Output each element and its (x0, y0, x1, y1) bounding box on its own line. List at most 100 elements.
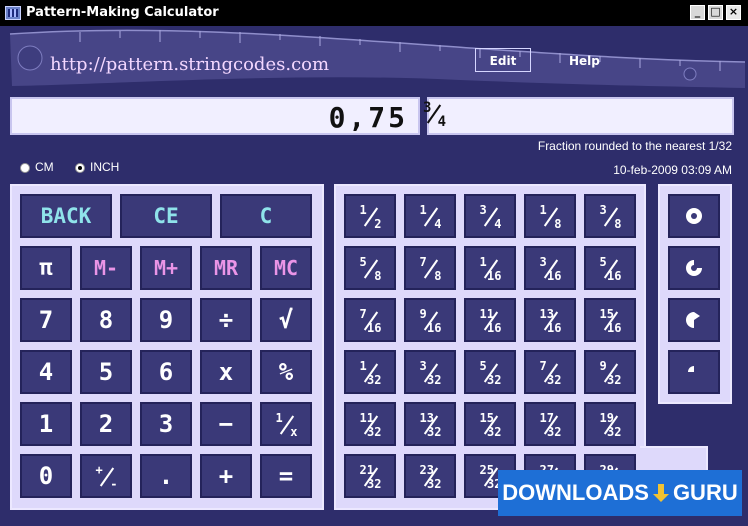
maximize-button[interactable]: □ (708, 5, 723, 20)
memory-minus-button[interactable]: M- (80, 246, 132, 290)
memory-recall-button[interactable]: MR (200, 246, 252, 290)
fraction-display: 3 4 (423, 97, 734, 135)
fraction-label: 7 32 (539, 359, 562, 387)
fraction-5-8-button[interactable]: 58 (344, 246, 396, 290)
digit-2-button[interactable]: 2 (80, 402, 132, 446)
digit-6-button[interactable]: 6 (140, 350, 192, 394)
fraction-label: 19 32 (599, 411, 622, 439)
main-keypad: BACK CE C π M- M+ MR MC 7 8 9 ÷ √ 4 5 6 … (10, 184, 324, 510)
memory-plus-button[interactable]: M+ (140, 246, 192, 290)
digit-8-button[interactable]: 8 (80, 298, 132, 342)
fraction-label: 13 16 (539, 307, 562, 335)
minimize-button[interactable]: _ (690, 5, 705, 20)
fraction-7-32-button[interactable]: 7 32 (524, 350, 576, 394)
fraction-label: 23 32 (419, 463, 442, 491)
fraction-13-32-button[interactable]: 13 32 (404, 402, 456, 446)
fraction-3-4-button[interactable]: 34 (464, 194, 516, 238)
percent-button[interactable]: % (260, 350, 312, 394)
subtract-button[interactable]: − (200, 402, 252, 446)
reciprocal-label: 1x (275, 411, 298, 439)
fraction-13-16-button[interactable]: 13 16 (524, 298, 576, 342)
fraction-5-32-button[interactable]: 5 32 (464, 350, 516, 394)
digit-3-button[interactable]: 3 (140, 402, 192, 446)
fraction-label: 1 16 (479, 255, 502, 283)
circle-keypad (658, 184, 732, 404)
fraction-5-16-button[interactable]: 5 16 (584, 246, 636, 290)
equals-button[interactable]: = (260, 454, 312, 498)
fraction-label: 11 32 (359, 411, 382, 439)
fraction-7-16-button[interactable]: 7 16 (344, 298, 396, 342)
fraction-9-32-button[interactable]: 9 32 (584, 350, 636, 394)
radio-inch[interactable] (75, 162, 86, 173)
fraction-9-16-button[interactable]: 9 16 (404, 298, 456, 342)
fraction-19-32-button[interactable]: 19 32 (584, 402, 636, 446)
fraction-label: 9 32 (599, 359, 622, 387)
plus-minus-label: + - (95, 463, 118, 491)
help-menu-button[interactable]: Help (569, 54, 600, 68)
digit-9-button[interactable]: 9 (140, 298, 192, 342)
fraction-label: 3 32 (419, 359, 442, 387)
fraction-label: 5 32 (479, 359, 502, 387)
reciprocal-button[interactable]: 1x (260, 402, 312, 446)
close-button[interactable]: × (726, 5, 741, 20)
fraction-21-32-button[interactable]: 21 32 (344, 454, 396, 498)
fraction-label: 11 16 (479, 307, 502, 335)
radio-cm[interactable] (20, 162, 30, 173)
website-link[interactable]: http://pattern.stringcodes.com (50, 54, 329, 75)
fraction-label: 3 16 (539, 255, 562, 283)
quarter-circle-icon (688, 366, 694, 372)
fraction-11-32-button[interactable]: 11 32 (344, 402, 396, 446)
decimal-value: 0,75 (328, 101, 408, 134)
pi-button[interactable]: π (20, 246, 72, 290)
fraction-1-2-button[interactable]: 12 (344, 194, 396, 238)
full-circle-icon (686, 208, 702, 224)
multiply-button[interactable]: x (200, 350, 252, 394)
three-quarter-circle-icon (686, 260, 702, 276)
full-circle-button[interactable] (668, 194, 720, 238)
fraction-15-32-button[interactable]: 15 32 (464, 402, 516, 446)
memory-clear-button[interactable]: MC (260, 246, 312, 290)
fraction-1-16-button[interactable]: 1 16 (464, 246, 516, 290)
fraction-3-8-button[interactable]: 38 (584, 194, 636, 238)
unit-inch-option[interactable]: INCH (75, 160, 119, 174)
quarter-circle-button[interactable] (668, 350, 720, 394)
decimal-display: 0,75 (10, 97, 420, 135)
three-quarter-circle-button[interactable] (668, 246, 720, 290)
edit-menu-button[interactable]: Edit (475, 48, 531, 72)
unit-cm-option[interactable]: CM (20, 160, 54, 174)
fraction-1-8-button[interactable]: 18 (524, 194, 576, 238)
fraction-numerator: 3 (423, 100, 432, 116)
fraction-label: 15 16 (599, 307, 622, 335)
fraction-17-32-button[interactable]: 17 32 (524, 402, 576, 446)
digit-0-button[interactable]: 0 (20, 454, 72, 498)
fraction-label: 13 32 (419, 411, 442, 439)
fraction-15-16-button[interactable]: 15 16 (584, 298, 636, 342)
digit-5-button[interactable]: 5 (80, 350, 132, 394)
add-button[interactable]: + (200, 454, 252, 498)
half-circle-button[interactable] (668, 298, 720, 342)
fraction-3-32-button[interactable]: 3 32 (404, 350, 456, 394)
divide-button[interactable]: ÷ (200, 298, 252, 342)
fraction-keypad: 1 2 1 4 3 4 1 8 3 8 5 8 7 8 1 16 3 16 5 16 7 16 9 16 11 16 13 16 15 1… (334, 184, 696, 510)
decimal-point-button[interactable]: . (140, 454, 192, 498)
digit-1-button[interactable]: 1 (20, 402, 72, 446)
rounding-note: Fraction rounded to the nearest 1/32 (537, 139, 732, 153)
plus-minus-button[interactable]: + - (80, 454, 132, 498)
fraction-1-4-button[interactable]: 14 (404, 194, 456, 238)
clear-entry-button[interactable]: CE (120, 194, 212, 238)
fraction-label: 21 32 (359, 463, 382, 491)
fraction-23-32-button[interactable]: 23 32 (404, 454, 456, 498)
back-button[interactable]: BACK (20, 194, 112, 238)
download-arrow-icon (651, 482, 671, 504)
clear-button[interactable]: C (220, 194, 312, 238)
unit-selector: CM INCH (20, 160, 119, 174)
square-root-button[interactable]: √ (260, 298, 312, 342)
fraction-label: 38 (599, 203, 622, 231)
fraction-1-32-button[interactable]: 1 32 (344, 350, 396, 394)
fraction-11-16-button[interactable]: 11 16 (464, 298, 516, 342)
digit-7-button[interactable]: 7 (20, 298, 72, 342)
digit-4-button[interactable]: 4 (20, 350, 72, 394)
fraction-3-16-button[interactable]: 3 16 (524, 246, 576, 290)
fraction-7-8-button[interactable]: 78 (404, 246, 456, 290)
app-icon (5, 6, 21, 20)
